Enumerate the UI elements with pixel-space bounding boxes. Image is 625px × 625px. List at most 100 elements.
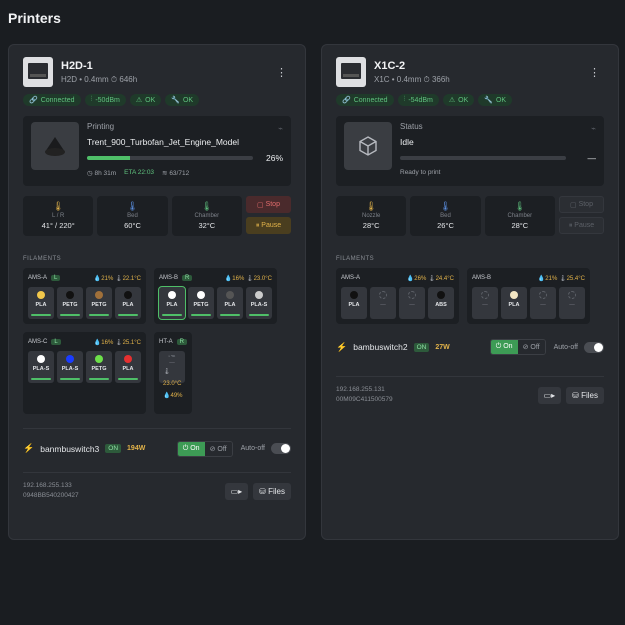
stop-button[interactable]: ▢ Stop [558, 196, 604, 213]
filament-slot[interactable]: — [472, 287, 498, 319]
ams-humidity: 21% [545, 275, 558, 282]
link-icon: 🔗 [29, 97, 38, 104]
power-off-button[interactable]: ⊘ Off [204, 441, 232, 456]
filament-type: PETG [62, 302, 78, 308]
ams-temp: 25.1°C [122, 339, 141, 346]
power-on-button[interactable]: ⏻ On [490, 340, 518, 354]
filament-level [31, 378, 51, 380]
camera-off-icon[interactable]: ⌁ [591, 124, 596, 133]
filament-slot[interactable]: PLA [501, 287, 527, 319]
ams-humidity: 26% [414, 275, 427, 282]
thermometer-icon: 🌡 [427, 275, 436, 282]
thermometer-icon: 🌡 [114, 275, 123, 282]
camera-button[interactable]: ▭▸ [224, 482, 249, 500]
ams-unit: AMS-A L 💧21% 🌡22.1°C PLA PETG PETG PLA [23, 268, 146, 324]
filament-slot[interactable]: PLA [115, 351, 141, 383]
filament-slot[interactable]: PLA-S [57, 351, 83, 383]
camera-button[interactable]: ▭▸ [537, 386, 562, 404]
filament-color-swatch [437, 291, 445, 299]
filament-slot[interactable]: PLA [158, 286, 186, 320]
files-button[interactable]: ⛁ Files [566, 386, 604, 404]
hms-badge: ⚠ OK [442, 94, 475, 106]
filament-type: PETG [193, 302, 209, 308]
layer-count: ≋ 63/712 [162, 170, 190, 177]
progress-percent: — [587, 153, 597, 163]
ams-side-tag: R [176, 339, 188, 345]
filament-type: PETG [91, 302, 107, 308]
pause-button[interactable]: ⏸ Pause [558, 217, 604, 234]
connected-badge: 🔗 Connected [23, 94, 81, 106]
ams-humidity: 21% [101, 275, 114, 282]
video-icon: ▭▸ [543, 390, 556, 400]
filament-slot[interactable]: PETG [57, 287, 83, 319]
cube-icon [359, 136, 377, 156]
filament-slot[interactable]: — [530, 287, 556, 319]
thermometer-icon: 🌡 [439, 201, 452, 211]
filament-slot[interactable]: PLA-S [28, 351, 54, 383]
filament-slot[interactable]: — [559, 287, 585, 319]
power-toggle-group: ⏻ On ⊘ Off [489, 339, 546, 355]
thermometer-icon: 🌡 [201, 201, 213, 211]
nozzle-temp: 🌡 Nozzle 28°C [336, 196, 407, 236]
filament-type: — [409, 302, 415, 308]
filament-color-swatch [255, 291, 263, 299]
filament-level [60, 378, 80, 380]
filament-slot[interactable]: PLA [28, 287, 54, 319]
camera-off-icon[interactable]: ⌁ [278, 124, 283, 133]
filament-color-swatch [379, 291, 387, 299]
ams-humidity: 16% [101, 339, 114, 346]
auto-off-toggle[interactable] [271, 443, 291, 454]
switch-name: banmbuswitch3 [40, 443, 100, 454]
filament-type: PLA-S [61, 366, 79, 372]
filament-type: — [569, 302, 575, 308]
files-button[interactable]: ⛁ Files [253, 482, 291, 500]
video-icon: ▭▸ [230, 486, 243, 496]
filament-type: PLA [166, 302, 178, 308]
filament-slot[interactable]: PETG [86, 351, 112, 383]
print-status-panel: Printing Trent_900_Turbofan_Jet_Engine_M… [23, 116, 291, 186]
chamber-temp: 🌡 Chamber 32°C [171, 196, 242, 236]
power-off-button[interactable]: ⊘ Off [517, 340, 545, 354]
more-menu-icon[interactable]: ⋮ [585, 64, 604, 81]
filament-slot[interactable]: PETG [86, 287, 112, 319]
filament-slot[interactable]: PLA [115, 287, 141, 319]
filament-color-swatch [37, 291, 45, 299]
progress-percent: 26% [265, 153, 283, 163]
thermometer-icon: 🌡 [126, 201, 139, 211]
filament-level [162, 314, 182, 316]
filament-color-swatch [226, 291, 234, 299]
printer-name: H2D-1 [61, 59, 93, 72]
more-menu-icon[interactable]: ⋮ [272, 64, 291, 81]
thermometer-icon: 🌡 [52, 201, 64, 211]
ams-temp: 23.0°C [253, 275, 272, 282]
power-on-button[interactable]: ⏻ On [177, 441, 205, 456]
ams-unit: AMS-A 💧26% 🌡24.4°C PLA — — ABS [336, 268, 459, 324]
stop-button[interactable]: ▢ Stop [245, 196, 291, 213]
thermometer-icon: 🌡 [365, 201, 377, 211]
ams-unit: AMS-B R 💧16% 🌡23.0°C PLA PETG PLA PLA-S [154, 268, 277, 324]
filament-slot[interactable]: ABS [428, 287, 454, 319]
filament-slot[interactable]: — [370, 287, 396, 319]
filament-slot[interactable]: — [399, 287, 425, 319]
auto-off-toggle[interactable] [584, 341, 604, 353]
filament-type: PLA [35, 302, 47, 308]
filament-color-swatch [168, 291, 176, 299]
auto-off-label: Auto-off [240, 445, 265, 452]
filament-slot[interactable]: PLA [341, 287, 367, 319]
stop-icon: ▢ [570, 201, 579, 209]
filament-level [60, 314, 80, 316]
filament-slot[interactable]: PLA-S [246, 287, 272, 319]
pause-button[interactable]: ⏸ Pause [245, 217, 291, 234]
ams-humidity: 16% [232, 275, 245, 282]
job-name: Idle [400, 137, 414, 147]
power-watts: 27W [435, 343, 450, 351]
filament-slot[interactable]: — 🌡23.0°C 💧49% [159, 351, 185, 399]
filament-color-swatch [95, 355, 103, 363]
bolt-icon: ⚡ [23, 443, 35, 453]
thermometer-icon: 🌡 [514, 201, 526, 211]
thermometer-icon: 🌡 [163, 369, 171, 375]
filament-slot[interactable]: PETG [188, 287, 214, 319]
thermometer-icon: 🌡 [114, 339, 123, 346]
ams-side-tag: L [51, 275, 61, 281]
filament-slot[interactable]: PLA [217, 287, 243, 319]
